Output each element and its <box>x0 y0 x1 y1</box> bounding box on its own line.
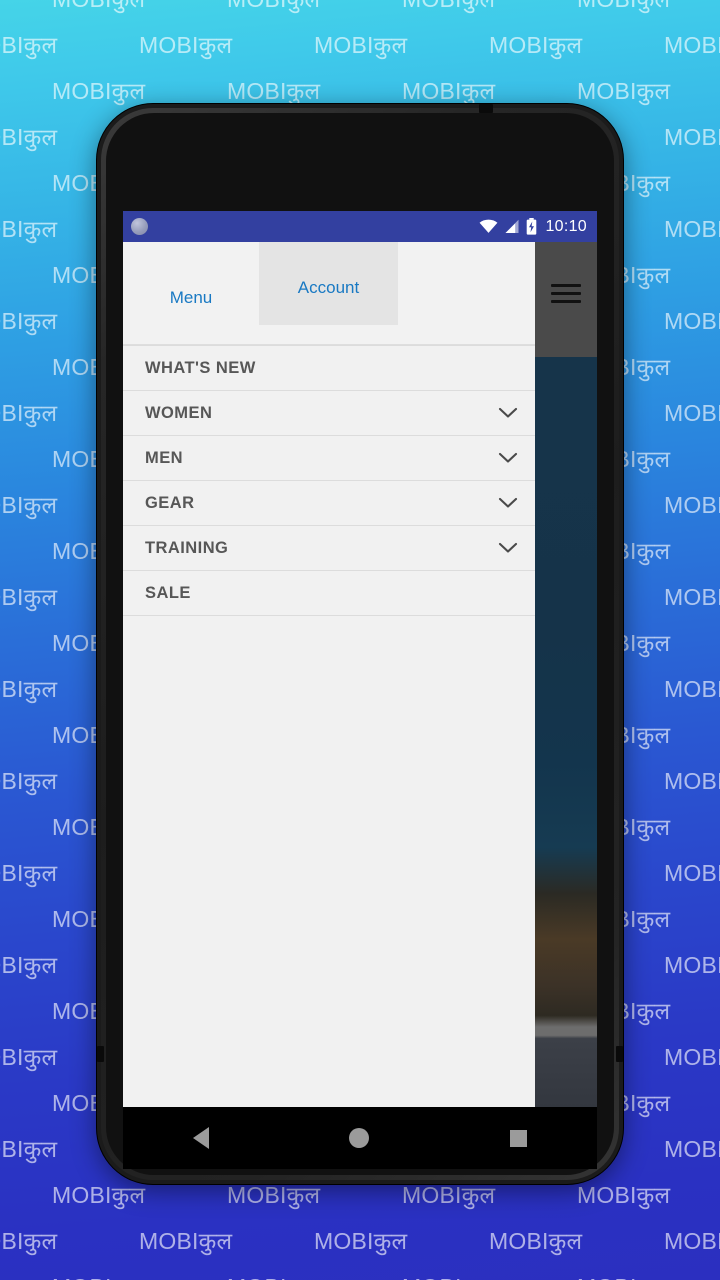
watermark-text: MOBIकुल <box>0 400 58 426</box>
watermark-text: MOBIकुल <box>0 124 58 150</box>
watermark-text: MOBIकुल <box>489 32 583 58</box>
watermark-text: MOBIकुल <box>664 400 720 426</box>
watermark-text: MOBIकुल <box>664 860 720 886</box>
square-recents-icon[interactable] <box>509 1129 527 1147</box>
watermark-text: MOBIकुल <box>664 584 720 610</box>
watermark-text: MOBIकुल <box>0 1044 58 1070</box>
watermark-text: MOBIकुल <box>139 1228 233 1254</box>
wifi-icon <box>480 219 498 233</box>
watermark-text: MOBIकुल <box>0 860 58 886</box>
watermark-text: MOBIकुल <box>664 216 720 242</box>
battery-charging-icon <box>527 218 537 235</box>
status-bar-right-cluster: 10:10 <box>479 218 587 236</box>
watermark-text: MOBIकुल <box>664 676 720 702</box>
navigation-menu-panel: WHAT'S NEW WOMEN MEN GEAR TRAINING SALE <box>123 345 535 1107</box>
watermark-text: MOBIकुल <box>0 308 58 334</box>
status-bar-clock: 10:10 <box>545 217 587 235</box>
nav-item-label: WHAT'S NEW <box>145 358 256 377</box>
watermark-text: MOBIकुल <box>52 0 145 14</box>
tab-bar: Menu Account <box>123 242 597 345</box>
chevron-down-icon[interactable] <box>497 447 519 469</box>
nav-item-women[interactable]: WOMEN <box>123 391 535 436</box>
watermark-text: MOBIकुल <box>227 78 321 104</box>
watermark-text: MOBIकुल <box>402 0 495 14</box>
watermark-text: MOBIकुल <box>0 768 58 794</box>
nav-item-label: WOMEN <box>145 403 213 422</box>
tab-menu[interactable]: Menu <box>123 242 259 345</box>
watermark-text: MOBIकुल <box>664 308 720 334</box>
chevron-down-icon[interactable] <box>497 492 519 514</box>
watermark-text: MOBIकुल <box>0 584 58 610</box>
nav-item-label: TRAINING <box>145 538 229 557</box>
circle-notification-icon <box>131 218 148 235</box>
nav-item-gear[interactable]: GEAR <box>123 481 535 526</box>
watermark-text: MOBIकुल <box>577 78 671 104</box>
watermark-text: MOBIकुल <box>52 1182 146 1208</box>
watermark-text: MOBIकुल <box>402 78 496 104</box>
tab-account[interactable]: Account <box>259 242 398 325</box>
hamburger-menu-icon[interactable] <box>535 242 597 345</box>
watermark-text: MOBIकुल <box>664 768 720 794</box>
phone-device-frame: 10:10 Menu Account 20 <box>97 104 623 1184</box>
watermark-text: MOBIकुल <box>0 1136 58 1162</box>
watermark-text: MOBIकुल <box>314 32 408 58</box>
watermark-text: MOBIकुल <box>0 32 58 58</box>
nav-item-label: MEN <box>145 448 184 467</box>
watermark-text: MOBIकुल <box>577 0 670 14</box>
watermark-text: MOBIकुल <box>0 1228 58 1254</box>
nav-item-men[interactable]: MEN <box>123 436 535 481</box>
phone-antenna-nub-left <box>97 1046 104 1062</box>
watermark-text: MOBIकुल <box>664 952 720 978</box>
watermark-text: MOBIकुल <box>402 1270 495 1280</box>
watermark-text: MOBIकुल <box>139 32 233 58</box>
watermark-text: MOBIकुल <box>52 1270 145 1280</box>
phone-screen: 10:10 Menu Account 20 <box>123 211 597 1107</box>
screen-content: 20 Luma Shop WHAT'S NEW WOMEN MEN <box>123 345 597 1107</box>
watermark-text: MOBIकुल <box>664 1044 720 1070</box>
phone-antenna-nub-right <box>616 1046 623 1062</box>
watermark-text: MOBIकुल <box>0 492 58 518</box>
tab-menu-label: Menu <box>169 287 213 307</box>
watermark-text: MOBIकुल <box>314 1228 408 1254</box>
watermark-text: MOBIकुल <box>664 492 720 518</box>
watermark-text: MOBIकुल <box>664 32 720 58</box>
watermark-text: MOBIकुल <box>227 1270 320 1280</box>
status-bar: 10:10 <box>123 211 597 242</box>
triangle-back-icon[interactable] <box>193 1127 210 1149</box>
watermark-text: MOBIकुल <box>664 1136 720 1162</box>
watermark-text: MOBIकुल <box>489 1228 583 1254</box>
watermark-text: MOBIकुल <box>0 676 58 702</box>
nav-item-whats-new[interactable]: WHAT'S NEW <box>123 346 535 391</box>
nav-item-label: GEAR <box>145 493 195 512</box>
chevron-down-icon[interactable] <box>497 537 519 559</box>
android-system-navigation-bar <box>123 1107 597 1169</box>
navigation-panel-empty-area <box>123 617 535 1107</box>
chevron-down-icon[interactable] <box>497 402 519 424</box>
phone-antenna-nub-top <box>479 104 493 113</box>
nav-item-label: SALE <box>145 583 191 602</box>
nav-item-training[interactable]: TRAINING <box>123 526 535 571</box>
watermark-text: MOBIकुल <box>0 216 58 242</box>
cellular-signal-icon <box>505 219 519 233</box>
watermark-text: MOBIकुल <box>577 1270 670 1280</box>
watermark-text: MOBIकुल <box>52 78 146 104</box>
watermark-text: MOBIकुल <box>0 952 58 978</box>
watermark-text: MOBIकुल <box>227 0 320 14</box>
watermark-text: MOBIकुल <box>664 124 720 150</box>
watermark-text: MOBIकुल <box>664 1228 720 1254</box>
hamburger-bars <box>551 279 581 308</box>
watermark-text: MOBIकुल <box>577 1182 671 1208</box>
tab-account-label: Account <box>297 277 360 297</box>
circle-home-icon[interactable] <box>349 1128 370 1148</box>
nav-item-sale[interactable]: SALE <box>123 571 535 616</box>
